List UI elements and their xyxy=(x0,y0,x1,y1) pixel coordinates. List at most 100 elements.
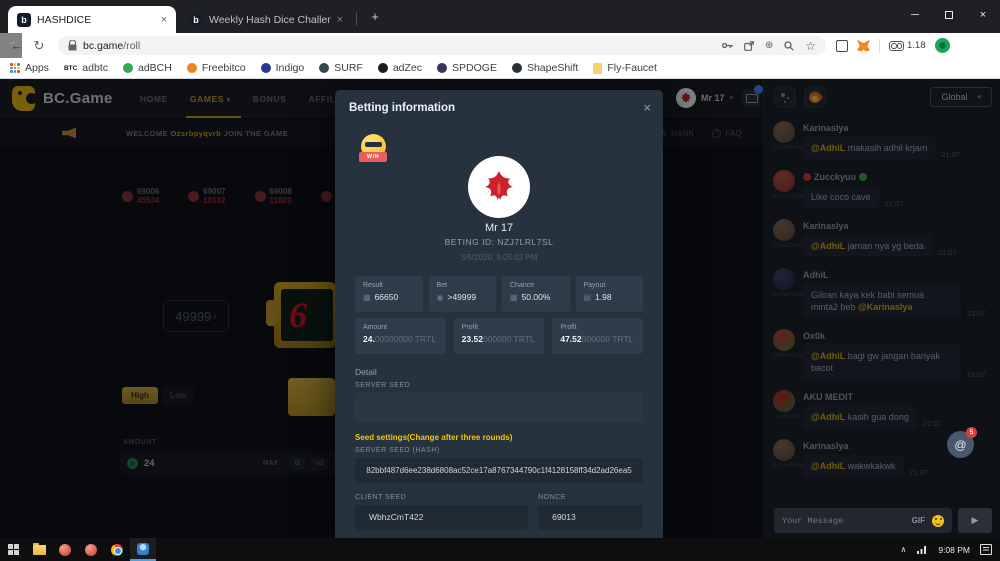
player-name: Mr 17 xyxy=(335,222,663,234)
amount-value: 47.52000000 TRTL xyxy=(560,334,635,344)
bookmark-item-spdoge[interactable]: SPDOGE xyxy=(437,62,497,74)
favicon-dot xyxy=(437,63,447,73)
stat-number: >49999 xyxy=(447,292,476,302)
zoom-search-icon[interactable] xyxy=(784,41,794,51)
new-tab-button[interactable]: + xyxy=(366,8,384,26)
notification-center-icon[interactable] xyxy=(980,544,992,555)
betting-info-modal: Betting information × WIN Mr 17 BETING I… xyxy=(335,90,663,538)
tab-separator xyxy=(356,12,357,26)
tab-close-icon[interactable]: × xyxy=(337,14,343,26)
tab-hashdice[interactable]: b HASHDICE × xyxy=(8,6,176,33)
win-ribbon: WIN xyxy=(359,152,387,162)
stat-box-result: Result▦66650 xyxy=(355,276,423,312)
chat-input-bar: GIF ▶ xyxy=(774,508,992,533)
stat-number: 1.98 xyxy=(595,292,612,302)
nonce-field[interactable]: 69013 xyxy=(538,505,643,530)
exchange-rate-extension[interactable]: 1.18 xyxy=(889,40,926,51)
stat-value: ◉>49999 xyxy=(437,292,489,302)
bookmark-label: adZec xyxy=(393,62,422,74)
amount-box-amount: Amount24.00000000 TRTL xyxy=(355,318,446,354)
bookmark-item-adbch[interactable]: adBCH xyxy=(123,62,172,74)
address-bar[interactable]: bc.game/roll ⊕ ☆ xyxy=(58,36,826,55)
windows-logo-icon xyxy=(8,544,19,555)
server-seed-hash-field[interactable]: 82bbf487d6ee238d6808ac52ce17a8767344790c… xyxy=(355,458,643,483)
browser-toolbar: ← → ↻ bc.game/roll ⊕ ☆ 1.18 xyxy=(0,33,1000,58)
active-app-button[interactable] xyxy=(130,538,156,561)
reload-button[interactable]: ↻ xyxy=(28,38,50,54)
bookmark-label: SPDOGE xyxy=(452,62,497,74)
server-seed-hash-label: SERVER SEED (HASH) xyxy=(355,447,440,454)
maximize-button[interactable] xyxy=(932,0,966,30)
amount-label: Amount xyxy=(363,324,438,331)
chrome-button[interactable] xyxy=(104,538,130,561)
seed-nonce-row: CLIENT SEED WbhzCmT422 NONCE 69013 xyxy=(355,494,643,530)
bookmark-item-surf[interactable]: SURF xyxy=(319,62,363,74)
bookmark-item-fly-faucet[interactable]: Fly-Faucet xyxy=(593,62,657,74)
value-main: 24. xyxy=(363,334,375,344)
taskbar-tray: ∧ 9:08 PM xyxy=(900,544,1000,555)
modal-close-button[interactable]: × xyxy=(643,100,651,115)
favicon-dot xyxy=(512,63,522,73)
bookmark-item-apps[interactable]: Apps xyxy=(10,62,49,74)
tray-expand-icon[interactable]: ∧ xyxy=(900,545,906,554)
tab-close-icon[interactable]: × xyxy=(161,14,167,26)
mentions-button[interactable]: @ 5 xyxy=(947,431,974,458)
value-zeros: 00000000 xyxy=(375,334,413,344)
start-button[interactable] xyxy=(0,538,26,561)
amount-box-profit: Profit47.52000000 TRTL xyxy=(552,318,643,354)
bookmark-label: Indigo xyxy=(276,62,305,74)
separator xyxy=(879,39,880,53)
profile-avatar[interactable] xyxy=(935,38,950,53)
stat-value: ▤1.98 xyxy=(584,292,636,302)
stat-label: Payout xyxy=(584,282,636,289)
url-text: bc.game/roll xyxy=(83,40,140,52)
bookmark-item-freebitco[interactable]: Freebitco xyxy=(187,62,246,74)
bookmark-item-adbtc[interactable]: BTCadbtc xyxy=(64,62,108,74)
tab-weekly-challenge[interactable]: b Weekly Hash Dice Challenge - Se × xyxy=(180,6,352,33)
favicon-dot xyxy=(319,63,329,73)
folder-icon xyxy=(33,545,46,555)
tab-title: Weekly Hash Dice Challenge - Se xyxy=(209,14,331,26)
send-button[interactable]: ▶ xyxy=(958,508,992,533)
client-seed-field[interactable]: WbhzCmT422 xyxy=(355,505,528,530)
cube-extension-icon[interactable] xyxy=(836,40,848,52)
forward-button[interactable]: → xyxy=(0,33,22,58)
close-window-button[interactable]: × xyxy=(966,0,1000,30)
lock-icon xyxy=(68,40,77,51)
minimize-button[interactable]: ─ xyxy=(898,0,932,30)
bookmark-label: Fly-Faucet xyxy=(607,62,657,74)
app-icon xyxy=(85,544,97,556)
amount-label: Profit xyxy=(462,324,537,331)
bookmark-item-adzec[interactable]: adZec xyxy=(378,62,422,74)
metamask-icon[interactable] xyxy=(857,40,870,52)
value-currency: TRTL xyxy=(610,334,633,344)
favicon-dot xyxy=(187,63,197,73)
taskbar-app-1[interactable] xyxy=(52,538,78,561)
bookmark-label: Freebitco xyxy=(202,62,246,74)
stat-label: Chance xyxy=(510,282,562,289)
amount-value: 23.52000000 TRTL xyxy=(462,334,537,344)
clock[interactable]: 9:08 PM xyxy=(938,545,970,555)
modal-title: Betting information xyxy=(349,102,455,114)
share-icon[interactable] xyxy=(744,41,754,51)
network-icon[interactable] xyxy=(916,545,928,555)
dice-icon: ▦ xyxy=(363,293,371,302)
window-controls: ─ × xyxy=(898,0,1000,33)
file-explorer-button[interactable] xyxy=(26,538,52,561)
browser-tabstrip: b HASHDICE × b Weekly Hash Dice Challeng… xyxy=(0,0,1000,33)
bookmark-star-icon[interactable]: ☆ xyxy=(805,39,816,53)
emoji-button[interactable] xyxy=(932,515,944,527)
bookmark-item-indigo[interactable]: Indigo xyxy=(261,62,305,74)
page-content: BC.Game HOMEGAMES ▾BONUSAFFILIATEFORUM M… xyxy=(0,79,1000,538)
bookmark-item-shapeshift[interactable]: ShapeShift xyxy=(512,62,578,74)
mentions-badge: 5 xyxy=(966,427,977,438)
win-badge: WIN xyxy=(359,134,387,164)
server-seed-field[interactable] xyxy=(355,392,643,422)
player-avatar xyxy=(468,156,530,218)
taskbar-app-2[interactable] xyxy=(78,538,104,561)
chat-message-input[interactable] xyxy=(782,516,905,526)
tab-title: HASHDICE xyxy=(37,14,155,26)
plus-circle-icon[interactable]: ⊕ xyxy=(765,40,773,51)
passwords-key-icon[interactable] xyxy=(722,41,733,50)
gif-button[interactable]: GIF xyxy=(912,516,925,525)
